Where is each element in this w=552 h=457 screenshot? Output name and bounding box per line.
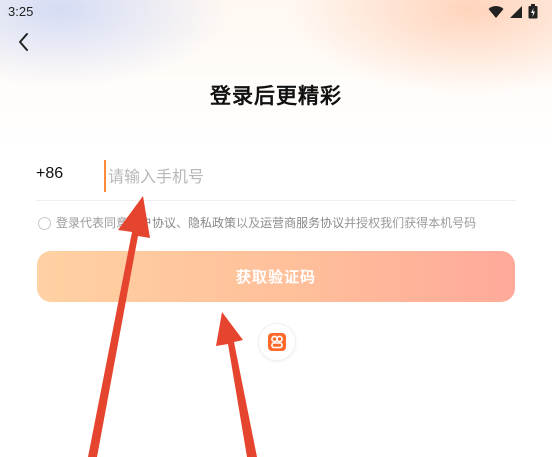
arrow-to-get-code-button: [216, 312, 257, 457]
annotation-arrows: [88, 196, 257, 457]
arrow-to-phone-input: [88, 196, 150, 457]
